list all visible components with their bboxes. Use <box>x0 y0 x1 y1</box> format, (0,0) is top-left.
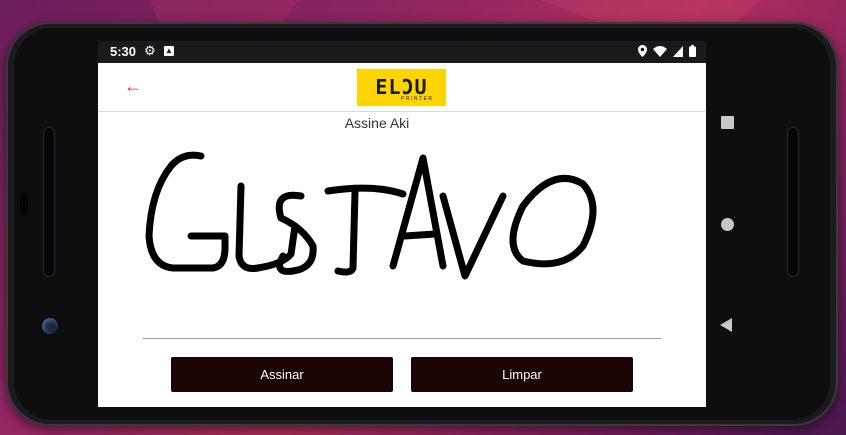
app-screen: 5:30 ⚙ ▲ ← ELƆU PRINTER Assine Aki Assin… <box>98 41 706 407</box>
logo-subtext: PRINTER <box>401 96 434 102</box>
back-arrow-icon[interactable]: ← <box>124 76 142 97</box>
signature-stroke <box>145 151 597 280</box>
signal-icon <box>673 45 683 57</box>
home-icon[interactable] <box>721 218 734 231</box>
wifi-icon <box>653 45 667 57</box>
location-icon <box>638 45 647 57</box>
clear-button[interactable]: Limpar <box>411 357 633 392</box>
overview-icon[interactable] <box>721 116 734 129</box>
status-icons <box>638 45 696 57</box>
background: { "status_bar": { "time": "5:30" }, "app… <box>0 0 846 435</box>
sensor <box>20 192 28 216</box>
sign-button[interactable]: Assinar <box>171 357 393 392</box>
nav-back-icon[interactable] <box>720 318 732 332</box>
notification-icon: ▲ <box>164 46 174 56</box>
settings-icon: ⚙ <box>144 43 156 58</box>
brand-logo: ELƆU PRINTER <box>357 69 446 106</box>
status-time: 5:30 <box>110 44 137 59</box>
camera <box>42 318 58 334</box>
signature-pad[interactable] <box>143 136 661 336</box>
signature-baseline <box>143 338 661 339</box>
battery-icon <box>689 45 696 57</box>
left-speaker <box>44 128 54 276</box>
right-speaker <box>788 128 798 276</box>
status-bar: 5:30 ⚙ ▲ <box>98 41 706 63</box>
app-bar: ← ELƆU PRINTER <box>98 63 706 112</box>
page-title: Assine Aki <box>344 115 410 131</box>
